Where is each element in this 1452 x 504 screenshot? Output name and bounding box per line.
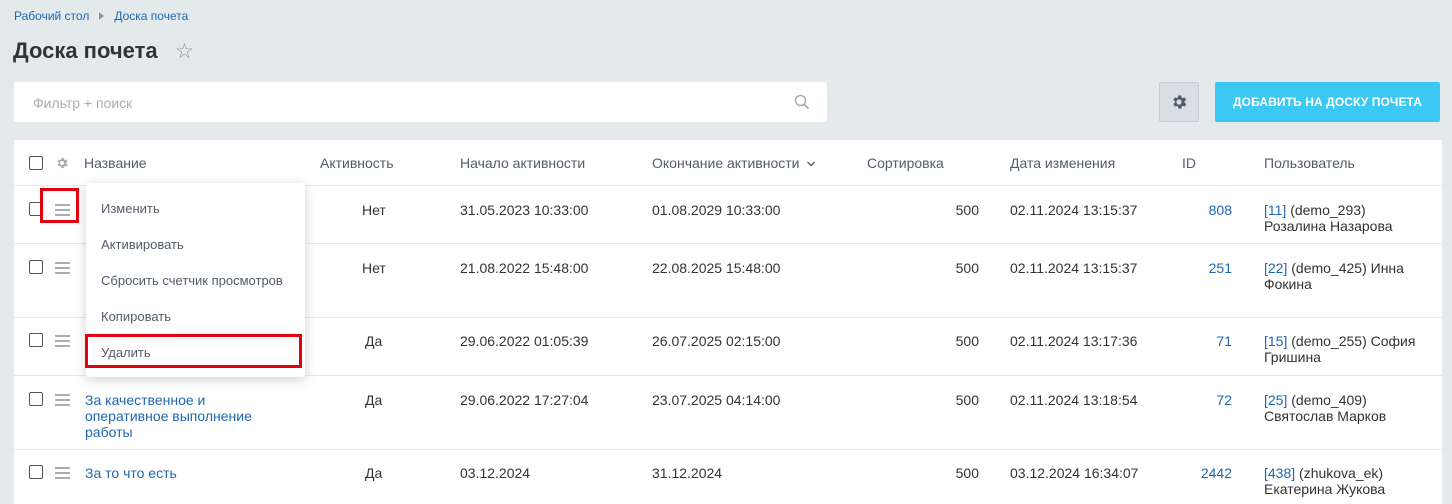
cell-id-link[interactable]: 72 (1174, 392, 1232, 408)
user-login: (demo_425) Инна (1287, 260, 1404, 276)
user-id-link[interactable]: [15] (1264, 333, 1287, 349)
breadcrumb-honor-board[interactable]: Доска почета (114, 9, 188, 23)
row-checkbox[interactable] (29, 465, 43, 479)
cell-start: 03.12.2024 (460, 465, 531, 481)
user-id-link[interactable]: [11] (1264, 202, 1286, 218)
breadcrumb: Рабочий стол Доска почета (14, 9, 188, 23)
page-title: Доска почета (13, 38, 158, 63)
cell-name-link[interactable]: За качественное и оперативное выполнение… (85, 392, 252, 440)
column-header-user[interactable]: Пользователь (1264, 155, 1355, 171)
user-id-link[interactable]: [438] (1264, 465, 1295, 481)
name-line: работы (85, 424, 133, 440)
search-icon[interactable] (794, 94, 810, 110)
cell-user: [25] (demo_409) Святослав Марков (1264, 392, 1386, 424)
column-header-end[interactable]: Окончание активности (652, 155, 816, 171)
add-to-honor-board-button[interactable]: ДОБАВИТЬ НА ДОСКУ ПОЧЕТА (1215, 82, 1440, 122)
user-fullname: Екатерина Жукова (1264, 481, 1386, 497)
row-menu-icon[interactable] (55, 467, 70, 482)
column-header-id[interactable]: ID (1182, 155, 1196, 171)
cell-start: 29.06.2022 17:27:04 (460, 392, 589, 408)
row-checkbox[interactable] (29, 260, 43, 274)
menu-item-edit[interactable]: Изменить (101, 201, 160, 216)
filter-search-bar[interactable] (14, 82, 827, 124)
column-settings-gear-icon[interactable] (55, 156, 69, 170)
cell-active: Да (365, 392, 383, 408)
cell-modified: 02.11.2024 13:18:54 (1010, 392, 1138, 408)
cell-sort: 500 (955, 465, 979, 481)
cell-sort: 500 (955, 392, 979, 408)
highlight-row-menu (40, 188, 79, 223)
cell-end: 23.07.2025 04:14:00 (652, 392, 781, 408)
breadcrumb-desktop[interactable]: Рабочий стол (14, 9, 89, 23)
cell-end: 01.08.2029 10:33:00 (652, 202, 781, 218)
highlight-delete-item (85, 334, 302, 368)
cell-name-link[interactable]: За то что есть (85, 465, 177, 481)
cell-end: 26.07.2025 02:15:00 (652, 333, 781, 349)
user-login: (zhukova_ek) (1295, 465, 1384, 481)
star-icon[interactable]: ☆ (175, 41, 194, 63)
cell-id-link[interactable]: 808 (1174, 202, 1232, 218)
cell-modified: 03.12.2024 16:34:07 (1010, 465, 1139, 481)
column-header-end-label: Окончание активности (652, 155, 800, 171)
gear-icon (1173, 95, 1187, 109)
cell-user: [438] (zhukova_ek) Екатерина Жукова (1264, 465, 1385, 497)
row-menu-icon[interactable] (55, 335, 70, 350)
row-menu-icon[interactable] (55, 262, 70, 277)
cell-start: 31.05.2023 10:33:00 (460, 202, 589, 218)
cell-active: Нет (362, 202, 386, 218)
cell-user: [11] (demo_293) Розалина Назарова (1264, 202, 1393, 234)
menu-item-activate[interactable]: Активировать (101, 237, 184, 252)
cell-start: 29.06.2022 01:05:39 (460, 333, 589, 349)
grid-header: Название Активность Начало активности Ок… (14, 140, 1442, 186)
user-login: (demo_255) София (1287, 333, 1416, 349)
row-menu-icon[interactable] (55, 394, 70, 409)
user-fullname: Розалина Назарова (1264, 218, 1393, 234)
user-fullname: Гришина (1264, 349, 1321, 365)
table-row[interactable]: За то что есть Да 03.12.2024 31.12.2024 … (14, 450, 1442, 504)
cell-sort: 500 (955, 260, 979, 276)
column-header-start[interactable]: Начало активности (460, 155, 585, 171)
user-login: (demo_293) (1286, 202, 1366, 218)
user-fullname: Святослав Марков (1264, 408, 1387, 424)
cell-modified: 02.11.2024 13:15:37 (1010, 260, 1138, 276)
cell-active: Да (365, 333, 383, 349)
cell-start: 21.08.2022 15:48:00 (460, 260, 589, 276)
column-header-name[interactable]: Название (84, 155, 147, 171)
name-line: оперативное выполнение (85, 408, 252, 424)
cell-end: 31.12.2024 (652, 465, 723, 481)
sort-down-chevron-icon (807, 161, 816, 167)
search-input[interactable] (31, 82, 775, 124)
row-checkbox[interactable] (29, 392, 43, 406)
cell-end: 22.08.2025 15:48:00 (652, 260, 781, 276)
select-all-checkbox[interactable] (29, 156, 43, 170)
settings-button[interactable] (1159, 82, 1199, 122)
cell-sort: 500 (955, 333, 979, 349)
chevron-right-icon (99, 12, 105, 20)
cell-modified: 02.11.2024 13:15:37 (1010, 202, 1138, 218)
column-header-sort[interactable]: Сортировка (867, 155, 944, 171)
table-row[interactable]: За качественное и оперативное выполнение… (14, 376, 1442, 450)
row-checkbox[interactable] (29, 333, 43, 347)
menu-item-reset-views[interactable]: Сбросить счетчик просмотров (101, 273, 283, 288)
cell-modified: 02.11.2024 13:17:36 (1010, 333, 1138, 349)
user-id-link[interactable]: [22] (1264, 260, 1287, 276)
cell-active: Да (365, 465, 383, 481)
menu-item-copy[interactable]: Копировать (101, 309, 171, 324)
cell-active: Нет (362, 260, 386, 276)
cell-id-link[interactable]: 71 (1174, 333, 1232, 349)
cell-id-link[interactable]: 251 (1174, 260, 1232, 276)
user-login: (demo_409) (1287, 392, 1367, 408)
user-fullname: Фокина (1264, 276, 1312, 292)
cell-sort: 500 (955, 202, 979, 218)
cell-id-link[interactable]: 2442 (1174, 465, 1232, 481)
column-header-active[interactable]: Активность (320, 155, 394, 171)
name-line: За качественное и (85, 392, 206, 408)
cell-user: [15] (demo_255) София Гришина (1264, 333, 1415, 365)
user-id-link[interactable]: [25] (1264, 392, 1287, 408)
column-header-modified[interactable]: Дата изменения (1010, 155, 1115, 171)
cell-user: [22] (demo_425) Инна Фокина (1264, 260, 1404, 292)
